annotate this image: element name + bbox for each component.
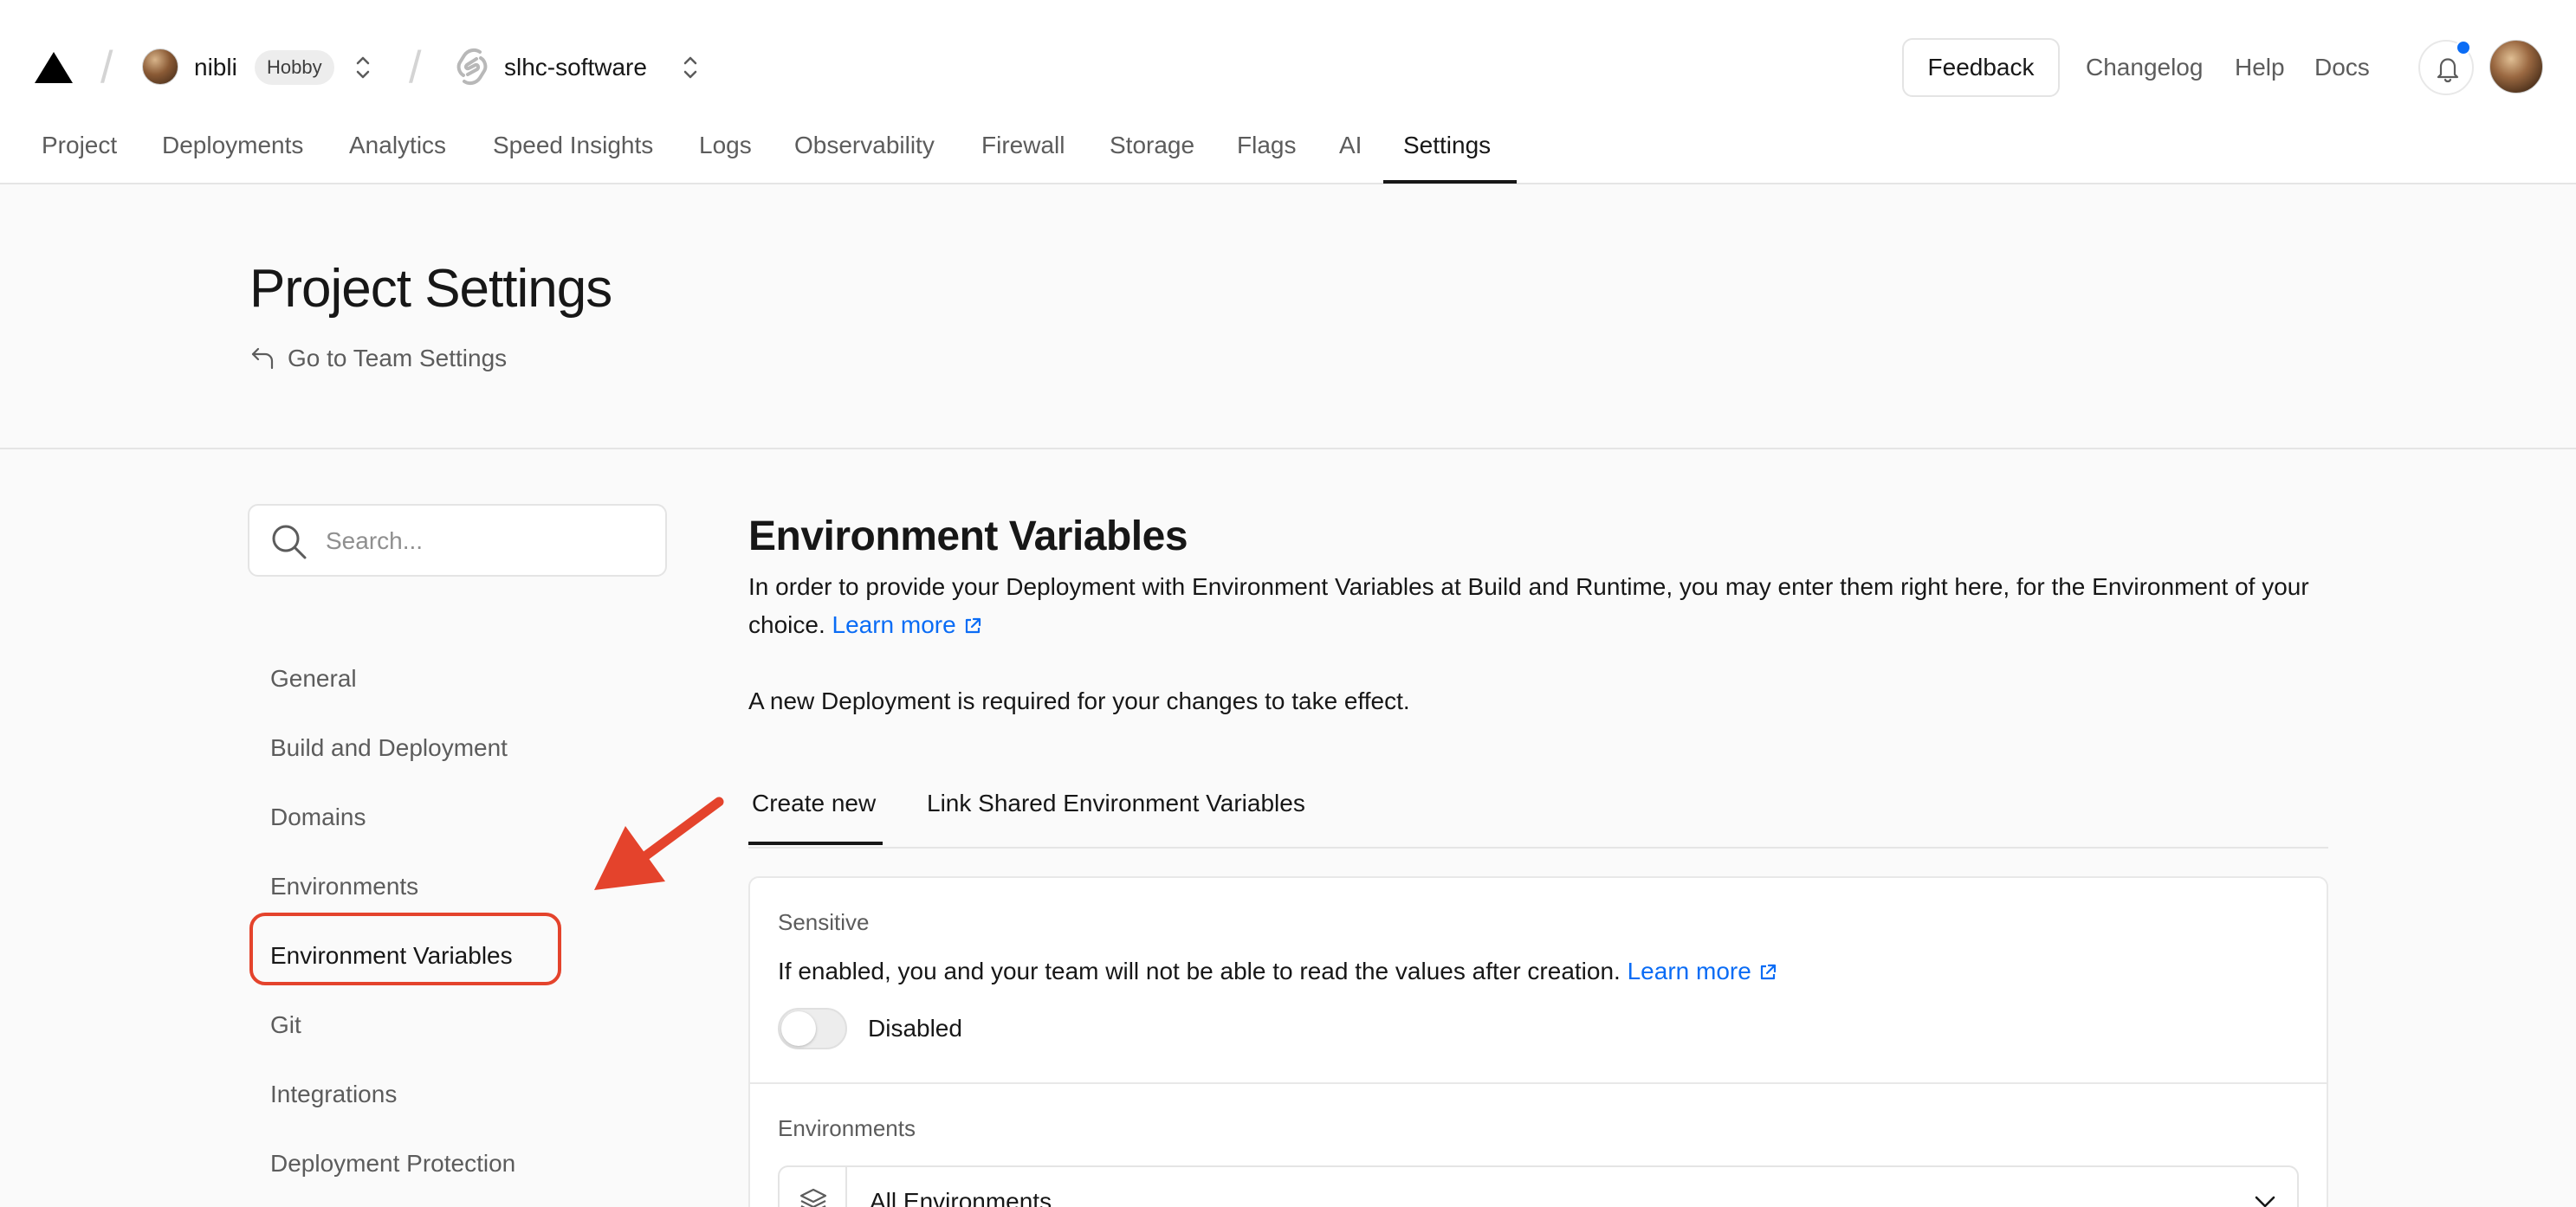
- help-link[interactable]: Help: [2235, 52, 2285, 83]
- layers-icon: [799, 1188, 827, 1207]
- sidebar-item-deployment-protection[interactable]: Deployment Protection: [270, 1148, 515, 1179]
- breadcrumb-separator: /: [100, 42, 113, 93]
- active-subtab-indicator: [748, 842, 883, 845]
- settings-search-box[interactable]: [248, 504, 667, 577]
- toggle-state-label: Disabled: [868, 1015, 962, 1042]
- tabs-divider: [748, 847, 2328, 849]
- feedback-button[interactable]: Feedback: [1902, 38, 2060, 97]
- environments-selected-value: All Environments: [870, 1188, 1052, 1207]
- active-tab-indicator: [1383, 180, 1517, 184]
- bell-icon: [2437, 58, 2459, 83]
- changelog-link[interactable]: Changelog: [2086, 52, 2203, 83]
- sensitive-text: If enabled, you and your team will not b…: [778, 958, 1621, 984]
- tab-firewall[interactable]: Firewall: [981, 130, 1065, 161]
- card-divider: [748, 1082, 2328, 1084]
- plan-badge: Hobby: [255, 50, 334, 85]
- tab-logs[interactable]: Logs: [699, 130, 752, 161]
- section-title: Environment Variables: [748, 513, 1188, 559]
- return-arrow-icon: [251, 347, 274, 370]
- external-link-icon: [1760, 964, 1776, 980]
- section-description: In order to provide your Deployment with…: [748, 568, 2325, 644]
- sidebar-item-build-and-deployment[interactable]: Build and Deployment: [270, 733, 508, 764]
- sidebar-item-environments[interactable]: Environments: [270, 871, 418, 902]
- project-switcher-chevron-icon[interactable]: [681, 52, 700, 83]
- description-text: In order to provide your Deployment with…: [748, 573, 2309, 638]
- breadcrumb-separator: /: [409, 42, 422, 93]
- tab-speed-insights[interactable]: Speed Insights: [493, 130, 653, 161]
- learn-more-label: Learn more: [832, 611, 956, 638]
- go-to-team-settings-link[interactable]: Go to Team Settings: [249, 343, 507, 374]
- back-link-label: Go to Team Settings: [288, 345, 508, 371]
- team-avatar[interactable]: [142, 48, 178, 85]
- sensitive-label: Sensitive: [778, 909, 870, 935]
- deployment-note: A new Deployment is required for your ch…: [748, 687, 1410, 714]
- project-name[interactable]: slhc-software: [504, 52, 647, 83]
- environments-icon-cell: [780, 1167, 847, 1207]
- chevron-down-icon: [2255, 1196, 2275, 1207]
- tab-ai[interactable]: AI: [1339, 130, 1362, 161]
- settings-search-input[interactable]: [326, 521, 646, 561]
- page-title: Project Settings: [249, 259, 612, 319]
- annotation-highlight-box: [249, 913, 561, 985]
- docs-link[interactable]: Docs: [2314, 52, 2370, 83]
- tab-create-new[interactable]: Create new: [752, 788, 876, 819]
- external-link-icon: [965, 617, 981, 634]
- environments-label: Environments: [778, 1115, 916, 1141]
- notification-dot: [2456, 40, 2471, 55]
- toggle-knob: [781, 1011, 816, 1046]
- team-switcher-chevron-icon[interactable]: [353, 52, 372, 83]
- tab-project[interactable]: Project: [42, 130, 117, 161]
- sensitive-learn-more-link[interactable]: Learn more: [1628, 958, 1777, 984]
- sensitive-toggle[interactable]: [778, 1008, 847, 1049]
- annotation-arrow-icon: [594, 797, 724, 890]
- sidebar-item-git[interactable]: Git: [270, 1010, 301, 1041]
- tab-storage[interactable]: Storage: [1110, 130, 1194, 161]
- learn-more-link[interactable]: Learn more: [832, 611, 982, 638]
- svelte-project-icon: [456, 48, 488, 86]
- tab-observability[interactable]: Observability: [794, 130, 935, 161]
- search-icon: [272, 525, 307, 559]
- team-name[interactable]: nibli: [194, 52, 237, 83]
- tab-settings[interactable]: Settings: [1403, 130, 1491, 161]
- sidebar-item-general[interactable]: General: [270, 663, 357, 694]
- env-var-form-card: [748, 876, 2328, 1207]
- sidebar-item-integrations[interactable]: Integrations: [270, 1079, 397, 1110]
- sidebar-item-domains[interactable]: Domains: [270, 802, 366, 833]
- top-header: / nibli Hobby / slhc-software Feedback C…: [0, 0, 2576, 184]
- sensitive-learn-more-label: Learn more: [1627, 958, 1751, 984]
- tab-analytics[interactable]: Analytics: [349, 130, 446, 161]
- tab-link-shared-env-vars[interactable]: Link Shared Environment Variables: [927, 788, 1305, 819]
- vercel-logo-icon[interactable]: [35, 52, 73, 83]
- user-avatar[interactable]: [2489, 40, 2543, 94]
- tab-flags[interactable]: Flags: [1237, 130, 1296, 161]
- environments-select[interactable]: All Environments: [778, 1165, 2299, 1207]
- tab-deployments[interactable]: Deployments: [162, 130, 303, 161]
- sensitive-description: If enabled, you and your team will not b…: [778, 956, 1777, 987]
